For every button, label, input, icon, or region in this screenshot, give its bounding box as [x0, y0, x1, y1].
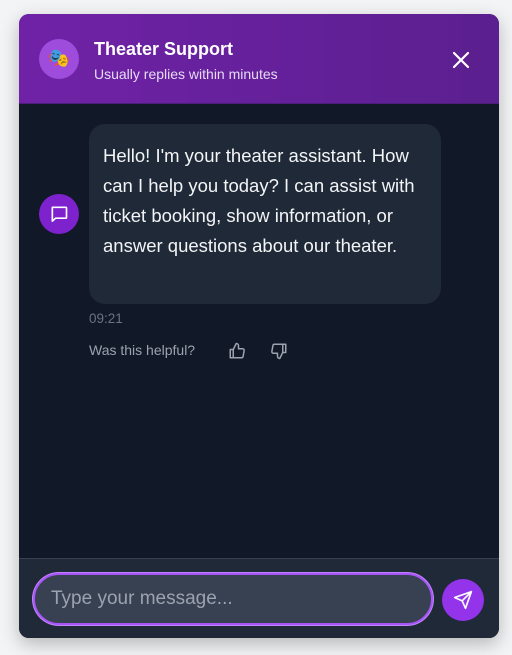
composer — [19, 558, 499, 638]
header-subtitle: Usually replies within minutes — [94, 66, 278, 82]
send-icon — [453, 590, 473, 610]
thumbs-up-button[interactable] — [226, 340, 248, 362]
close-button[interactable] — [449, 48, 473, 72]
message-input[interactable] — [33, 573, 433, 625]
header-title: Theater Support — [94, 39, 234, 59]
thumbs-down-icon — [271, 343, 287, 360]
chat-widget: 🎭 Theater Support Usually replies within… — [19, 14, 499, 638]
chat-header: 🎭 Theater Support Usually replies within… — [19, 14, 499, 104]
thumbs-up-icon — [229, 342, 245, 359]
theater-masks-icon: 🎭 — [39, 39, 79, 79]
chat-bubble-icon — [51, 206, 68, 222]
header-avatar-glyph: 🎭 — [47, 48, 71, 69]
bot-message-bubble: Hello! I'm your theater assistant. How c… — [89, 124, 441, 304]
send-button[interactable] — [442, 579, 484, 621]
bot-avatar — [39, 194, 79, 234]
message-list[interactable]: Hello! I'm your theater assistant. How c… — [19, 104, 499, 558]
thumbs-down-button[interactable] — [268, 340, 290, 362]
close-icon — [452, 51, 470, 69]
feedback-prompt: Was this helpful? — [89, 342, 196, 358]
message-timestamp: 09:21 — [89, 311, 123, 326]
message-text: Hello! I'm your theater assistant. How c… — [103, 145, 415, 256]
